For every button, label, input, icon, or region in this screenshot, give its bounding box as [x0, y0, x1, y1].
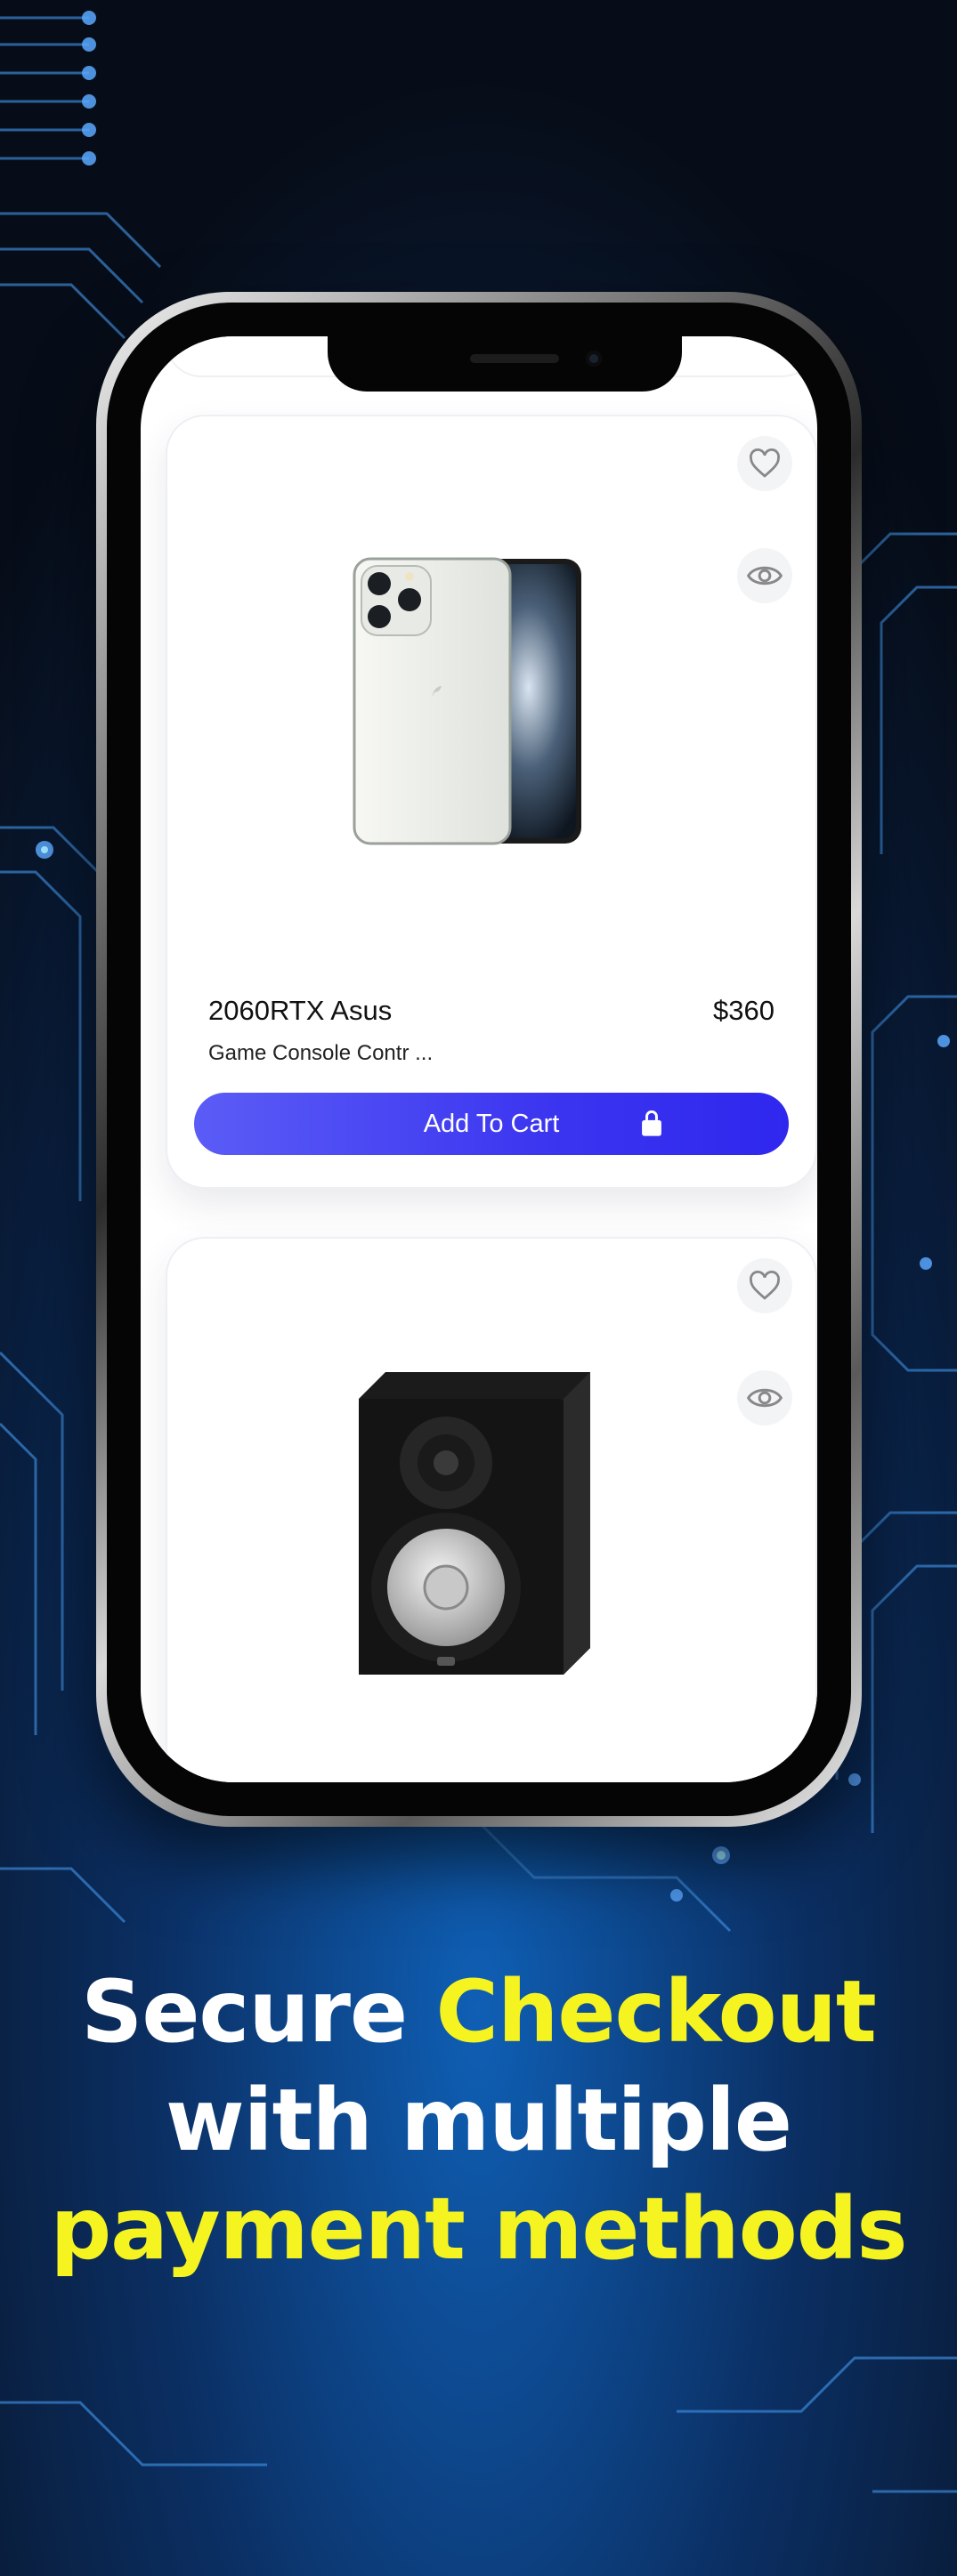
earpiece-speaker — [470, 354, 559, 363]
add-to-cart-button[interactable]: Add To Cart — [194, 1093, 789, 1155]
headline-line-2: with multiple — [165, 2071, 792, 2170]
shopping-bag-icon — [642, 1110, 661, 1136]
phone-notch — [328, 336, 682, 392]
heart-icon[interactable] — [737, 436, 792, 491]
smartphone-image — [353, 557, 581, 845]
phone-bezel: 2060RTX Asus $360 Game Console Contr ...… — [107, 303, 851, 1816]
product-name: 2060RTX Asus — [208, 995, 393, 1026]
add-to-cart-label: Add To Cart — [423, 1109, 560, 1138]
studio-speaker-image — [359, 1372, 590, 1675]
heart-icon[interactable] — [737, 1258, 792, 1313]
phone-screen: 2060RTX Asus $360 Game Console Contr ...… — [141, 336, 817, 1782]
eye-icon[interactable] — [737, 548, 792, 603]
product-subtitle: Game Console Contr ... — [208, 1041, 434, 1065]
headline-line-1: Secure Checkout — [0, 1958, 957, 2066]
eye-icon[interactable] — [737, 1370, 792, 1425]
front-camera — [586, 351, 602, 367]
headline-line-3: payment methods — [50, 2179, 907, 2279]
product-price: $360 — [713, 995, 775, 1026]
product-card[interactable]: 2060RTX Asus $360 Game Console Contr ...… — [166, 415, 817, 1189]
headline-checkout: Checkout — [435, 1962, 877, 2062]
product-card[interactable] — [166, 1237, 817, 1782]
product-title-row: 2060RTX Asus $360 — [208, 995, 775, 1027]
phone-mockup: 2060RTX Asus $360 Game Console Contr ...… — [96, 292, 862, 1827]
headline-secure: Secure — [81, 1962, 408, 2062]
